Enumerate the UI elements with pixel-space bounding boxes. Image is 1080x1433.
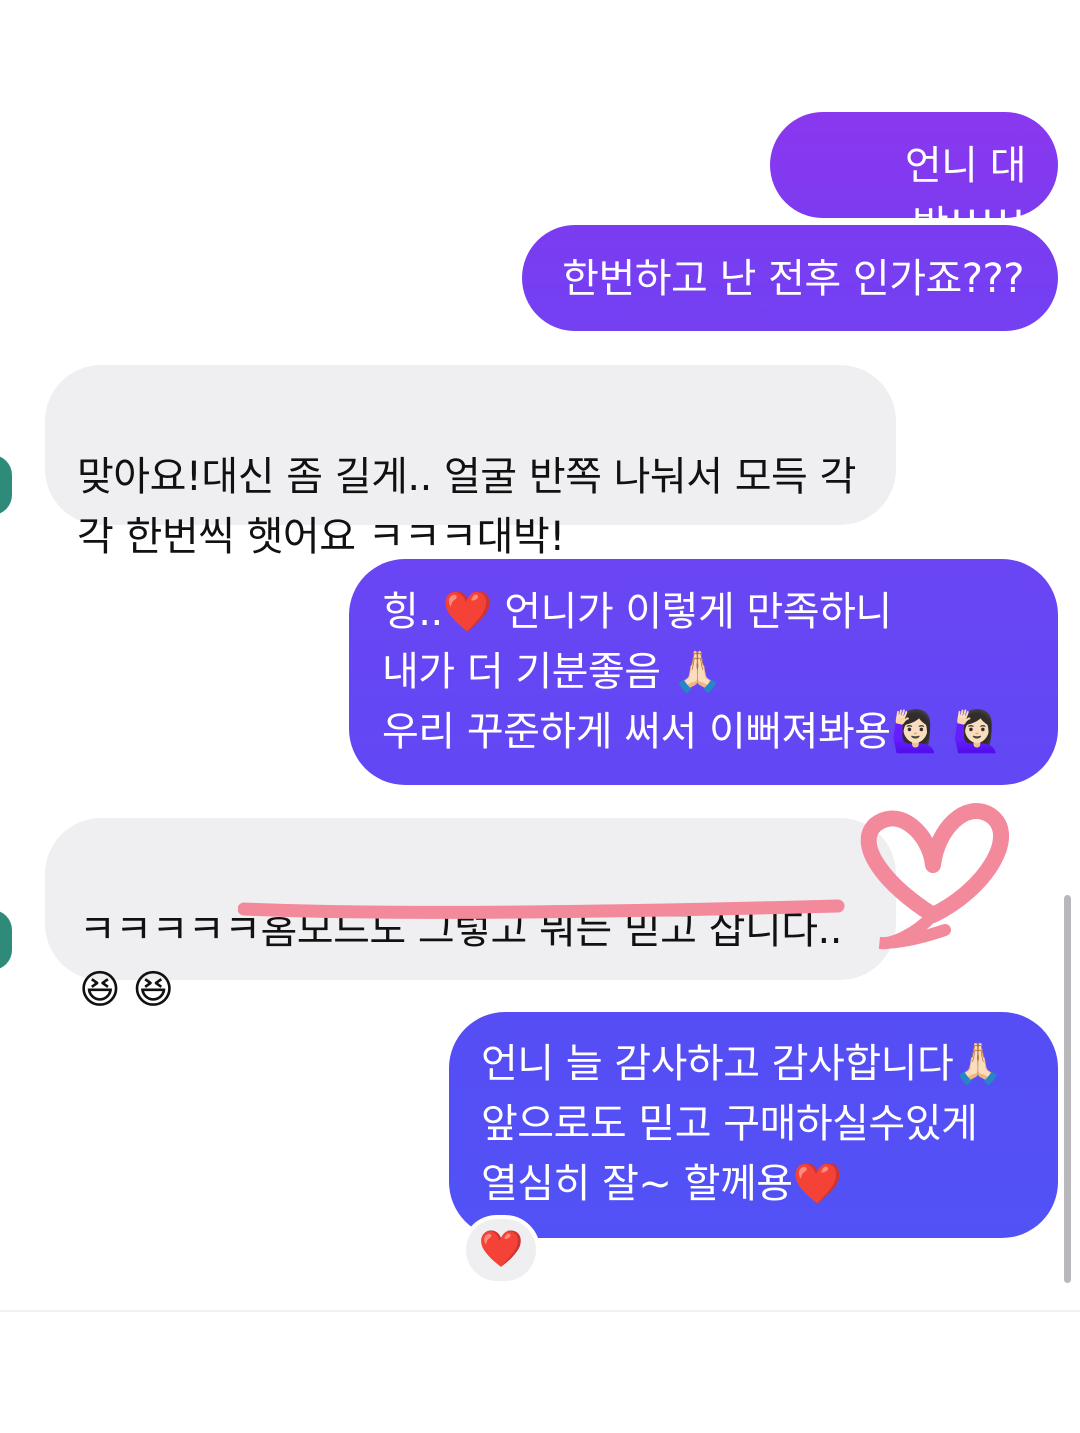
hand-drawn-heart-icon: [860, 803, 1009, 950]
sender-avatar[interactable]: [0, 910, 12, 970]
outgoing-message-bubble[interactable]: 언니 늘 감사하고 감사합니다🙏🏻 앞으로도 믿고 구매하실수있게 열심히 잘~…: [449, 1012, 1058, 1238]
message-text: ㅋㅋㅋㅋㅋ홈모드도 그렇고 뭐든 믿고 삽니다.. 😆 😆: [79, 907, 843, 1013]
pink-underline-annotation: [238, 899, 845, 919]
message-text: 맞아요!대신 좀 길게.. 얼굴 반쪽 나눠서 모득 각 각 한번씩 햇어요 ㅋ…: [77, 454, 856, 560]
sender-avatar[interactable]: [0, 455, 12, 515]
heart-reaction-badge[interactable]: ❤️: [462, 1215, 540, 1285]
chat-thread: 언니 대박!!!!! 한번하고 난 전후 인가죠??? 맞아요!대신 좀 길게.…: [0, 0, 1080, 1433]
outgoing-message-bubble[interactable]: 한번하고 난 전후 인가죠???: [522, 225, 1058, 331]
outgoing-message-bubble[interactable]: 힝..❤️ 언니가 이렇게 만족하니 내가 더 기분좋음 🙏🏻 우리 꾸준하게 …: [349, 559, 1058, 785]
scrollbar[interactable]: [1064, 895, 1071, 1283]
divider: [0, 1310, 1080, 1312]
incoming-message-bubble[interactable]: 맞아요!대신 좀 길게.. 얼굴 반쪽 나눠서 모득 각 각 한번씩 햇어요 ㅋ…: [45, 365, 896, 560]
outgoing-message-bubble[interactable]: 언니 대박!!!!!: [770, 112, 1058, 249]
red-heart-icon: ❤️: [478, 1229, 524, 1270]
